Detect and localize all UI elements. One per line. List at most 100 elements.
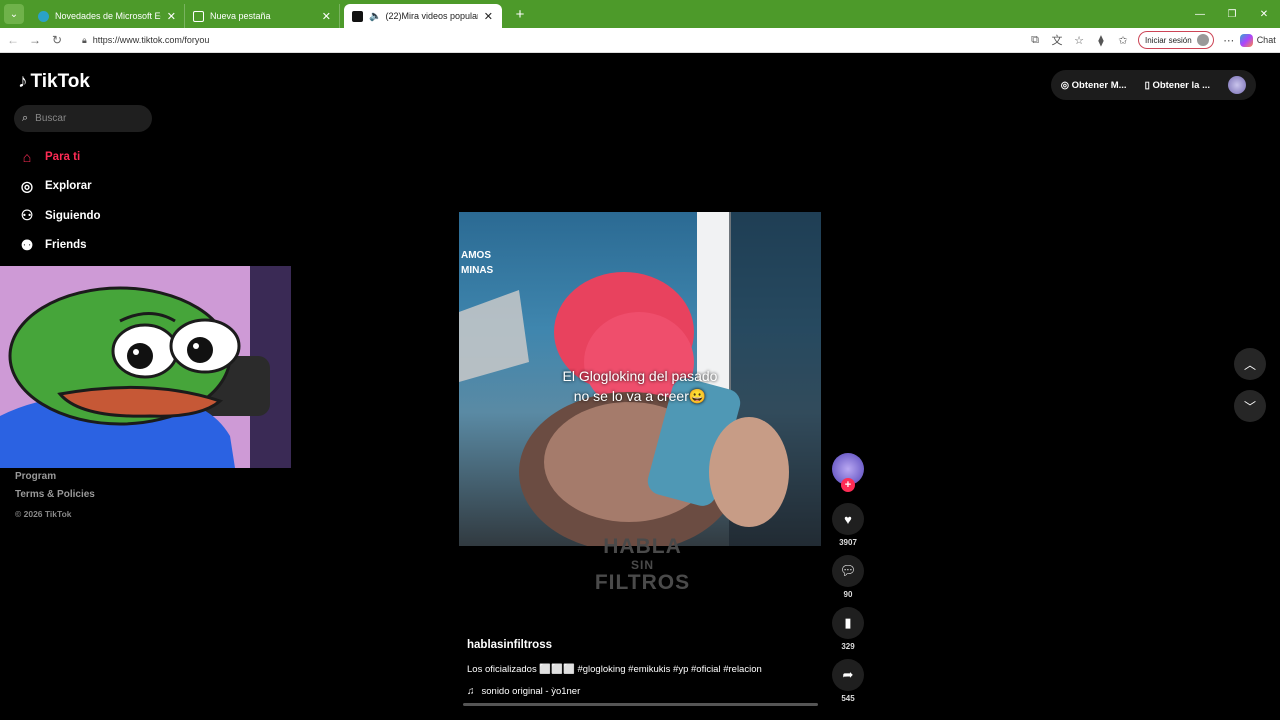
speaker-icon[interactable]: 🔈 [369, 11, 381, 22]
logo-text: TikTok [30, 71, 90, 92]
tiktok-favicon-icon [352, 10, 363, 22]
restore-icon[interactable]: ❐ [1216, 0, 1248, 28]
url-field[interactable]: 🔒︎ https://www.tiktok.com/foryou [74, 31, 1014, 50]
get-app-button[interactable]: ▯ Obtener la ... [1145, 80, 1210, 91]
comment-count: 90 [843, 590, 853, 599]
sidebar-item-label: Para ti [45, 150, 81, 163]
footer-link-terms[interactable]: Terms & Policies [15, 489, 95, 507]
copilot-icon [1239, 33, 1253, 47]
minimize-icon[interactable]: — [1184, 0, 1216, 28]
search-icon: ⌕ [22, 112, 29, 124]
corner-text-line: AMOS [461, 250, 491, 261]
tiktok-logo[interactable]: ♪ TikTok [18, 71, 90, 93]
video-meta: hablasinfiltross Los oficializados ⬜⬜⬜ #… [467, 639, 762, 697]
tab-title: Nueva pestaña [210, 11, 271, 21]
top-right-actions: ◎ Obtener M... ▯ Obtener la ... [1050, 70, 1256, 100]
sidebar-item-para-ti[interactable]: ⌂ Para ti [18, 142, 101, 172]
sidebar-item-siguiendo[interactable]: ⚇ Siguiendo [18, 201, 101, 231]
sidebar-item-label: Siguiendo [45, 209, 101, 222]
close-tab-icon[interactable]: ✕ [484, 10, 493, 23]
video-progress-bar[interactable] [463, 703, 818, 706]
video-author[interactable]: hablasinfiltross [467, 639, 762, 651]
close-tab-icon[interactable]: ✕ [167, 10, 176, 23]
more-options-icon[interactable]: ⋯ [1218, 34, 1240, 47]
refresh-icon[interactable]: ↻ [46, 33, 68, 47]
back-icon[interactable]: ← [2, 33, 24, 47]
browser-tab-bar: ⌄ Novedades de Microsoft Edge ✕ Nueva pe… [0, 0, 1280, 28]
favorites-list-icon[interactable]: ✩ [1112, 34, 1134, 47]
new-tab-button[interactable]: + [508, 6, 532, 23]
tab-tiktok[interactable]: 🔈 (22)Mira videos populares sel ✕ [344, 4, 502, 28]
comment-icon: 💬︎ [839, 563, 857, 578]
creator-avatar[interactable]: + [832, 453, 864, 492]
translate-icon[interactable]: 文 [1046, 32, 1068, 48]
pepe-overlay-image [0, 266, 291, 468]
tab-actions-menu-button[interactable]: ⌄ [4, 4, 24, 24]
friends-icon: ⚉ [20, 236, 34, 253]
search-input[interactable]: ⌕ Buscar [14, 105, 152, 132]
close-window-icon[interactable]: ✕ [1248, 0, 1280, 28]
follow-plus-icon[interactable]: + [841, 478, 855, 492]
profile-avatar-icon [1196, 34, 1209, 46]
edge-icon [38, 10, 49, 22]
caption-line: El Glogloking del pasado [562, 368, 718, 384]
save-button[interactable]: ▮ [832, 607, 864, 639]
chevron-up-icon: ︿ [1243, 357, 1256, 372]
video-corner-text: AMOS MINAS [461, 248, 493, 278]
tab-new-tab[interactable]: Nueva pestaña ✕ [185, 4, 340, 28]
share-icon: ➦ [842, 667, 854, 682]
watermark-line: FILTROS [594, 571, 691, 594]
address-bar-row: ← → ↻ 🔒︎ https://www.tiktok.com/foryou ⧉… [0, 28, 1280, 53]
following-icon: ⚇ [20, 207, 34, 224]
bookmark-icon: ▮ [844, 615, 852, 630]
watermark-line: HABLA [603, 535, 682, 558]
open-in-app-icon[interactable]: ⧉ [1024, 34, 1046, 47]
tab-title: Novedades de Microsoft Edge [55, 11, 161, 21]
user-avatar[interactable] [1228, 76, 1246, 94]
sound-label: sonido original - ỳo1ner [481, 686, 581, 697]
sidebar-nav: ⌂ Para ti ◎ Explorar ⚇ Siguiendo ⚉ Frien… [18, 142, 101, 260]
sidebar-item-explorar[interactable]: ◎ Explorar [18, 172, 101, 202]
share-count: 545 [841, 694, 855, 703]
get-app-label: Obtener la ... [1152, 79, 1210, 91]
sidebar-item-friends[interactable]: ⚉ Friends [18, 231, 101, 261]
video-player[interactable]: AMOS MINAS El Glogloking del pasado no s… [459, 212, 821, 546]
previous-video-button[interactable]: ︿ [1234, 348, 1266, 380]
comment-button[interactable]: 💬︎ [832, 555, 864, 587]
next-video-button[interactable]: ﹀ [1234, 390, 1266, 422]
favorite-star-icon[interactable]: ☆ [1068, 34, 1090, 47]
pepe-frog-graphic [0, 266, 291, 468]
video-actions: + ♥ 3907 💬︎ 90 ▮ 329 ➦ 545 [831, 453, 865, 711]
search-placeholder: Buscar [35, 113, 67, 124]
chevron-down-icon: ﹀ [1243, 399, 1256, 414]
music-note-icon: ♫ [467, 686, 475, 697]
share-button[interactable]: ➦ [832, 659, 864, 691]
heart-icon: ♥ [844, 511, 852, 527]
habla-sin-filtros-watermark: HABLA SIN FILTROS [580, 535, 705, 605]
page-icon [193, 10, 204, 22]
url-text: https://www.tiktok.com/foryou [92, 35, 210, 45]
tab-edge-news[interactable]: Novedades de Microsoft Edge ✕ [30, 4, 185, 28]
home-icon: ⌂ [22, 148, 32, 165]
copilot-chat-button[interactable]: Chat [1239, 33, 1276, 47]
compass-icon: ◎ [20, 177, 34, 194]
watermark-line: SIN [630, 558, 654, 572]
save-count: 329 [841, 642, 855, 651]
video-caption: El Glogloking del pasado no se lo va a c… [459, 366, 821, 406]
close-tab-icon[interactable]: ✕ [322, 10, 331, 23]
lock-icon[interactable]: 🔒︎ [82, 35, 87, 46]
like-button[interactable]: ♥ [832, 503, 864, 535]
sign-in-button[interactable]: Iniciar sesión [1138, 31, 1214, 49]
sign-in-label: Iniciar sesión [1145, 35, 1192, 45]
sidebar-item-label: Friends [45, 239, 87, 252]
get-coins-button[interactable]: ◎ Obtener M... [1061, 80, 1127, 91]
forward-icon[interactable]: → [24, 33, 46, 47]
tab-title: (22)Mira videos populares sel [385, 11, 477, 21]
video-sound[interactable]: ♫ sonido original - ỳo1ner [467, 686, 762, 697]
footer-link-program[interactable]: Program [15, 471, 95, 489]
like-count: 3907 [839, 538, 857, 547]
copyright-text: © 2026 TikTok [15, 509, 72, 519]
chat-label: Chat [1256, 35, 1276, 45]
address-bar-icons: ⧉ 文 ☆ ⧫ ✩ Iniciar sesión ⋯ Chat [1024, 31, 1276, 49]
extensions-icon[interactable]: ⧫ [1090, 34, 1112, 47]
